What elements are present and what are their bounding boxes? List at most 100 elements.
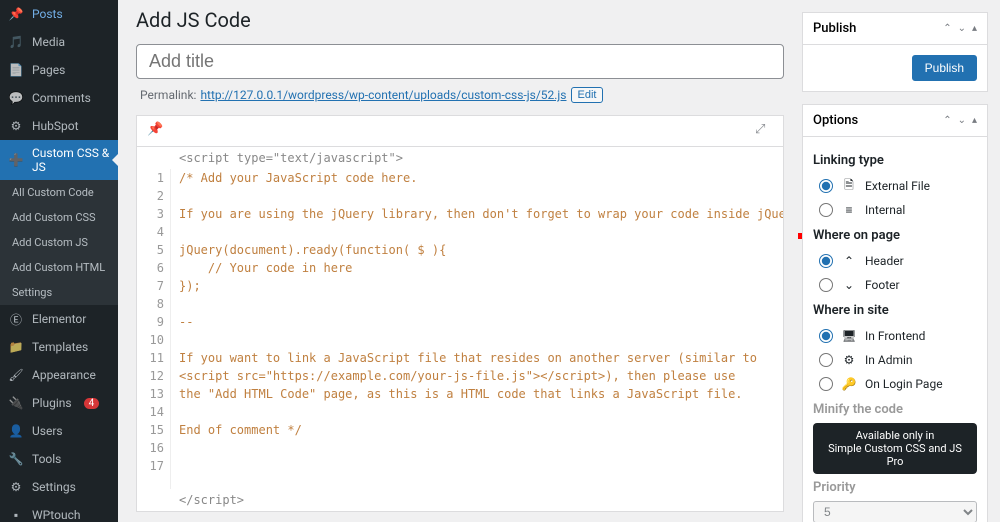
opt-linking-internal[interactable]: ≡Internal	[813, 198, 977, 222]
panel-title: Publish	[813, 21, 856, 36]
sidebar-item-hubspot[interactable]: ⚙HubSpot	[0, 112, 118, 140]
sidebar-item-label: Pages	[32, 63, 65, 77]
sidebar-item-label: All Custom Code	[12, 186, 94, 199]
sidebar-item-label: Media	[32, 35, 65, 49]
radio-header[interactable]	[819, 254, 833, 268]
users-icon: 👤	[8, 423, 24, 439]
line-numbers: 1234567891011121314151617	[137, 169, 171, 489]
publish-panel: Publish ⌃ ⌄ ▴ Publish	[802, 12, 988, 92]
sidebar-item-label: Posts	[32, 7, 63, 21]
sidebar-item-label: Add Custom HTML	[12, 261, 105, 274]
radio-frontend[interactable]	[819, 329, 833, 343]
radio-admin[interactable]	[819, 353, 833, 367]
option-label: In Frontend	[865, 329, 925, 343]
code-lines[interactable]: /* Add your JavaScript code here.If you …	[171, 169, 783, 489]
opt-where-footer[interactable]: ⌄Footer	[813, 273, 977, 297]
opt-site-admin[interactable]: ⚙ In Admin	[813, 348, 977, 372]
right-sidebar: Publish ⌃ ⌄ ▴ Publish Options ⌃ ⌄ ▴ Linking …	[802, 0, 1000, 522]
panel-header[interactable]: Options ⌃ ⌄ ▴	[803, 105, 987, 137]
chevron-down-icon[interactable]: ⌄	[958, 23, 966, 34]
sidebar-item-pages[interactable]: 📄 Pages	[0, 56, 118, 84]
sidebar-item-label: Settings	[12, 286, 52, 299]
opt-site-frontend[interactable]: 🖥 In Frontend	[813, 324, 977, 348]
elementor-icon: Ⓔ	[8, 311, 24, 327]
admin-icon: ⚙	[841, 352, 857, 368]
minify-title: Minify the code	[813, 402, 977, 417]
radio-external[interactable]	[819, 179, 833, 193]
sidebar-sub-all-custom[interactable]: All Custom Code	[0, 180, 118, 205]
where-site-title: Where in site	[813, 303, 977, 318]
comments-icon: 💬	[8, 90, 24, 106]
sidebar-item-media[interactable]: 🎵Media	[0, 28, 118, 56]
plus-icon: ➕	[8, 152, 24, 168]
publish-button[interactable]: Publish	[912, 55, 977, 81]
sidebar-item-label: Tools	[32, 452, 61, 466]
panel-header[interactable]: Publish ⌃ ⌄ ▴	[803, 13, 987, 45]
triangle-icon[interactable]: ▴	[972, 23, 977, 34]
radio-login[interactable]	[819, 377, 833, 391]
option-label: On Login Page	[865, 377, 943, 391]
panel-body: Linking type 🗎External File ≡Internal Wh…	[803, 137, 987, 522]
main-content: Add JS Code Permalink: http://127.0.0.1/…	[118, 0, 802, 522]
triangle-icon[interactable]: ▴	[972, 115, 977, 126]
sidebar-item-label: Add Custom JS	[12, 236, 88, 249]
sidebar-item-wptouch[interactable]: ▪ WPtouch	[0, 501, 118, 522]
plugin-update-badge: 4	[84, 398, 100, 409]
radio-footer[interactable]	[819, 278, 833, 292]
sidebar-item-plugins[interactable]: 🔌Plugins4	[0, 389, 118, 417]
pro-tooltip: Available only in Simple Custom CSS and …	[813, 423, 977, 474]
opt-where-header[interactable]: ⌃Header	[813, 249, 977, 273]
sidebar-item-label: HubSpot	[32, 119, 79, 133]
script-open-tag: <script type="text/javascript">	[137, 147, 783, 169]
desktop-icon: 🖥	[841, 328, 857, 344]
permalink-edit-button[interactable]: Edit	[571, 87, 604, 103]
chevron-up-icon[interactable]: ⌃	[943, 23, 951, 34]
permalink-label: Permalink:	[140, 88, 196, 102]
sidebar-item-custom-css-js[interactable]: ➕Custom CSS & JS	[0, 140, 118, 180]
option-label: In Admin	[865, 353, 913, 367]
wptouch-icon: ▪	[8, 507, 24, 522]
option-label: Internal	[865, 203, 905, 217]
sidebar-item-label: WPtouch	[32, 508, 80, 522]
sidebar-item-appearance[interactable]: 🖌 Appearance	[0, 361, 118, 389]
pin-icon[interactable]: 📌	[147, 122, 165, 140]
sidebar-sub-add-css[interactable]: Add Custom CSS	[0, 205, 118, 230]
brush-icon: 🖌	[8, 367, 24, 383]
opt-site-login[interactable]: 🔑On Login Page	[813, 372, 977, 396]
sidebar-item-posts[interactable]: 📌Posts	[0, 0, 118, 28]
sidebar-item-label: Templates	[32, 340, 88, 354]
panel-title: Options	[813, 113, 858, 128]
priority-select[interactable]: 5	[813, 501, 977, 522]
code-area[interactable]: 1234567891011121314151617 /* Add your Ja…	[137, 169, 783, 489]
sidebar-submenu: All Custom Code Add Custom CSS Add Custo…	[0, 180, 118, 305]
sidebar-item-templates[interactable]: 📁 Templates	[0, 333, 118, 361]
chevron-up-icon: ⌃	[841, 253, 857, 269]
chevron-down-icon[interactable]: ⌄	[958, 115, 966, 126]
sidebar-item-comments[interactable]: 💬 Comments	[0, 84, 118, 112]
radio-internal[interactable]	[819, 203, 833, 217]
editor-toolbar: 📌 ⤢	[137, 116, 783, 147]
pages-icon: 📄	[8, 62, 24, 78]
sidebar-item-label: Appearance	[32, 368, 96, 382]
annotation-arrow	[798, 228, 802, 244]
sidebar-item-elementor[interactable]: Ⓔ Elementor	[0, 305, 118, 333]
sidebar-item-settings[interactable]: ⚙Settings	[0, 473, 118, 501]
minify-section: Minify the code Available only in Simple…	[813, 402, 977, 522]
sidebar-sub-add-html[interactable]: Add Custom HTML	[0, 255, 118, 280]
sidebar-sub-add-js[interactable]: Add Custom JS	[0, 230, 118, 255]
sidebar-item-label: Elementor	[32, 312, 86, 326]
permalink-url[interactable]: http://127.0.0.1/wordpress/wp-content/up…	[200, 88, 566, 102]
sidebar-item-label: Comments	[32, 91, 91, 105]
opt-linking-external[interactable]: 🗎External File	[813, 174, 977, 198]
page-title: Add JS Code	[136, 0, 784, 44]
sidebar-sub-settings[interactable]: Settings	[0, 280, 118, 305]
sidebar-item-users[interactable]: 👤Users	[0, 417, 118, 445]
sidebar-item-tools[interactable]: 🔧Tools	[0, 445, 118, 473]
file-icon: 🗎	[841, 178, 857, 194]
plug-icon: 🔌	[8, 395, 24, 411]
chevron-up-icon[interactable]: ⌃	[943, 115, 951, 126]
templates-icon: 📁	[8, 339, 24, 355]
code-editor: 📌 ⤢ <script type="text/javascript"> 1234…	[136, 115, 784, 512]
fullscreen-icon[interactable]: ⤢	[755, 122, 773, 140]
post-title-input[interactable]	[136, 44, 784, 79]
